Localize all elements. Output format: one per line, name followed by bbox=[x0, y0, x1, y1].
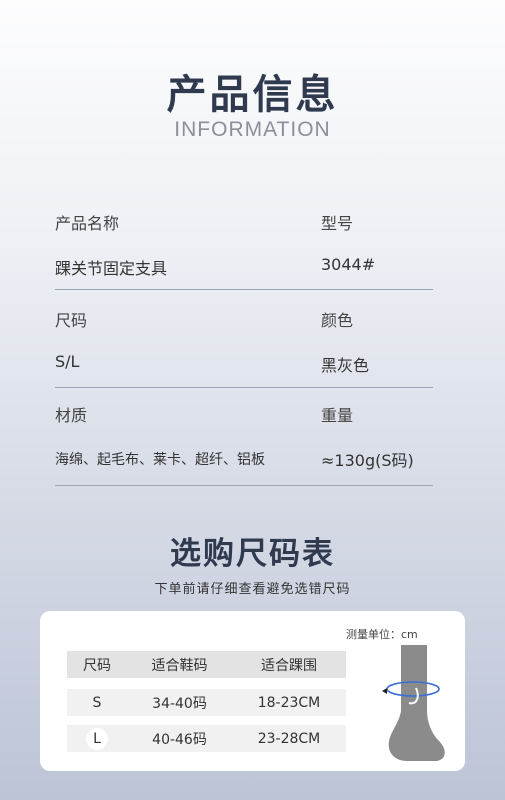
info-row-name-model: 产品名称 型号 踝关节固定支具 3044# bbox=[55, 210, 433, 305]
row-ankle-circumference: 18-23CM bbox=[257, 694, 321, 711]
header-ankle-circumference: 适合踝围 bbox=[261, 657, 317, 674]
product-name-value: 踝关节固定支具 bbox=[55, 259, 168, 278]
header-shoe-size: 适合鞋码 bbox=[151, 657, 208, 674]
weight-value: ≈130g(S码) bbox=[321, 451, 414, 470]
row-size: S bbox=[92, 694, 102, 711]
header-size: 尺码 bbox=[83, 657, 111, 674]
ankle-measure-icon bbox=[382, 645, 445, 761]
color-value: 黑灰色 bbox=[321, 356, 370, 375]
table-row: S 34-40码 18-23CM bbox=[67, 689, 346, 716]
divider bbox=[55, 387, 433, 388]
material-value: 海绵、起毛布、莱卡、超纤、铝板 bbox=[55, 452, 265, 468]
row-ankle-circumference: 23-28CM bbox=[257, 730, 321, 747]
divider bbox=[55, 485, 433, 486]
model-label: 型号 bbox=[321, 214, 354, 233]
size-table-header: 尺码 适合鞋码 适合踝围 bbox=[67, 651, 346, 678]
size-chart-title: 选购尺码表 bbox=[170, 536, 335, 572]
row-shoe-size: 34-40码 bbox=[152, 695, 207, 712]
color-label: 颜色 bbox=[321, 311, 354, 330]
product-name-label: 产品名称 bbox=[55, 214, 120, 233]
material-label: 材质 bbox=[55, 406, 88, 425]
size-value: S/L bbox=[55, 352, 80, 371]
size-label: 尺码 bbox=[55, 311, 88, 330]
table-row: L 40-46码 23-28CM bbox=[67, 725, 346, 752]
info-row-material-weight: 材质 重量 海绵、起毛布、莱卡、超纤、铝板 ≈130g(S码) bbox=[55, 402, 433, 497]
size-chart-card: 测量单位：cm 尺码 适合鞋码 适合踝围 S 34-40码 18-23CM L … bbox=[40, 611, 465, 771]
page-title: 产品信息 bbox=[166, 72, 339, 118]
size-chart-subtitle: 下单前请仔细查看避免选错尺码 bbox=[154, 582, 351, 597]
divider bbox=[55, 289, 433, 290]
weight-label: 重量 bbox=[321, 406, 354, 425]
measure-unit: 测量单位：cm bbox=[346, 628, 418, 641]
row-shoe-size: 40-46码 bbox=[152, 731, 207, 748]
model-value: 3044# bbox=[321, 255, 376, 274]
page-subtitle: INFORMATION bbox=[174, 118, 331, 141]
row-size: L bbox=[86, 727, 108, 750]
